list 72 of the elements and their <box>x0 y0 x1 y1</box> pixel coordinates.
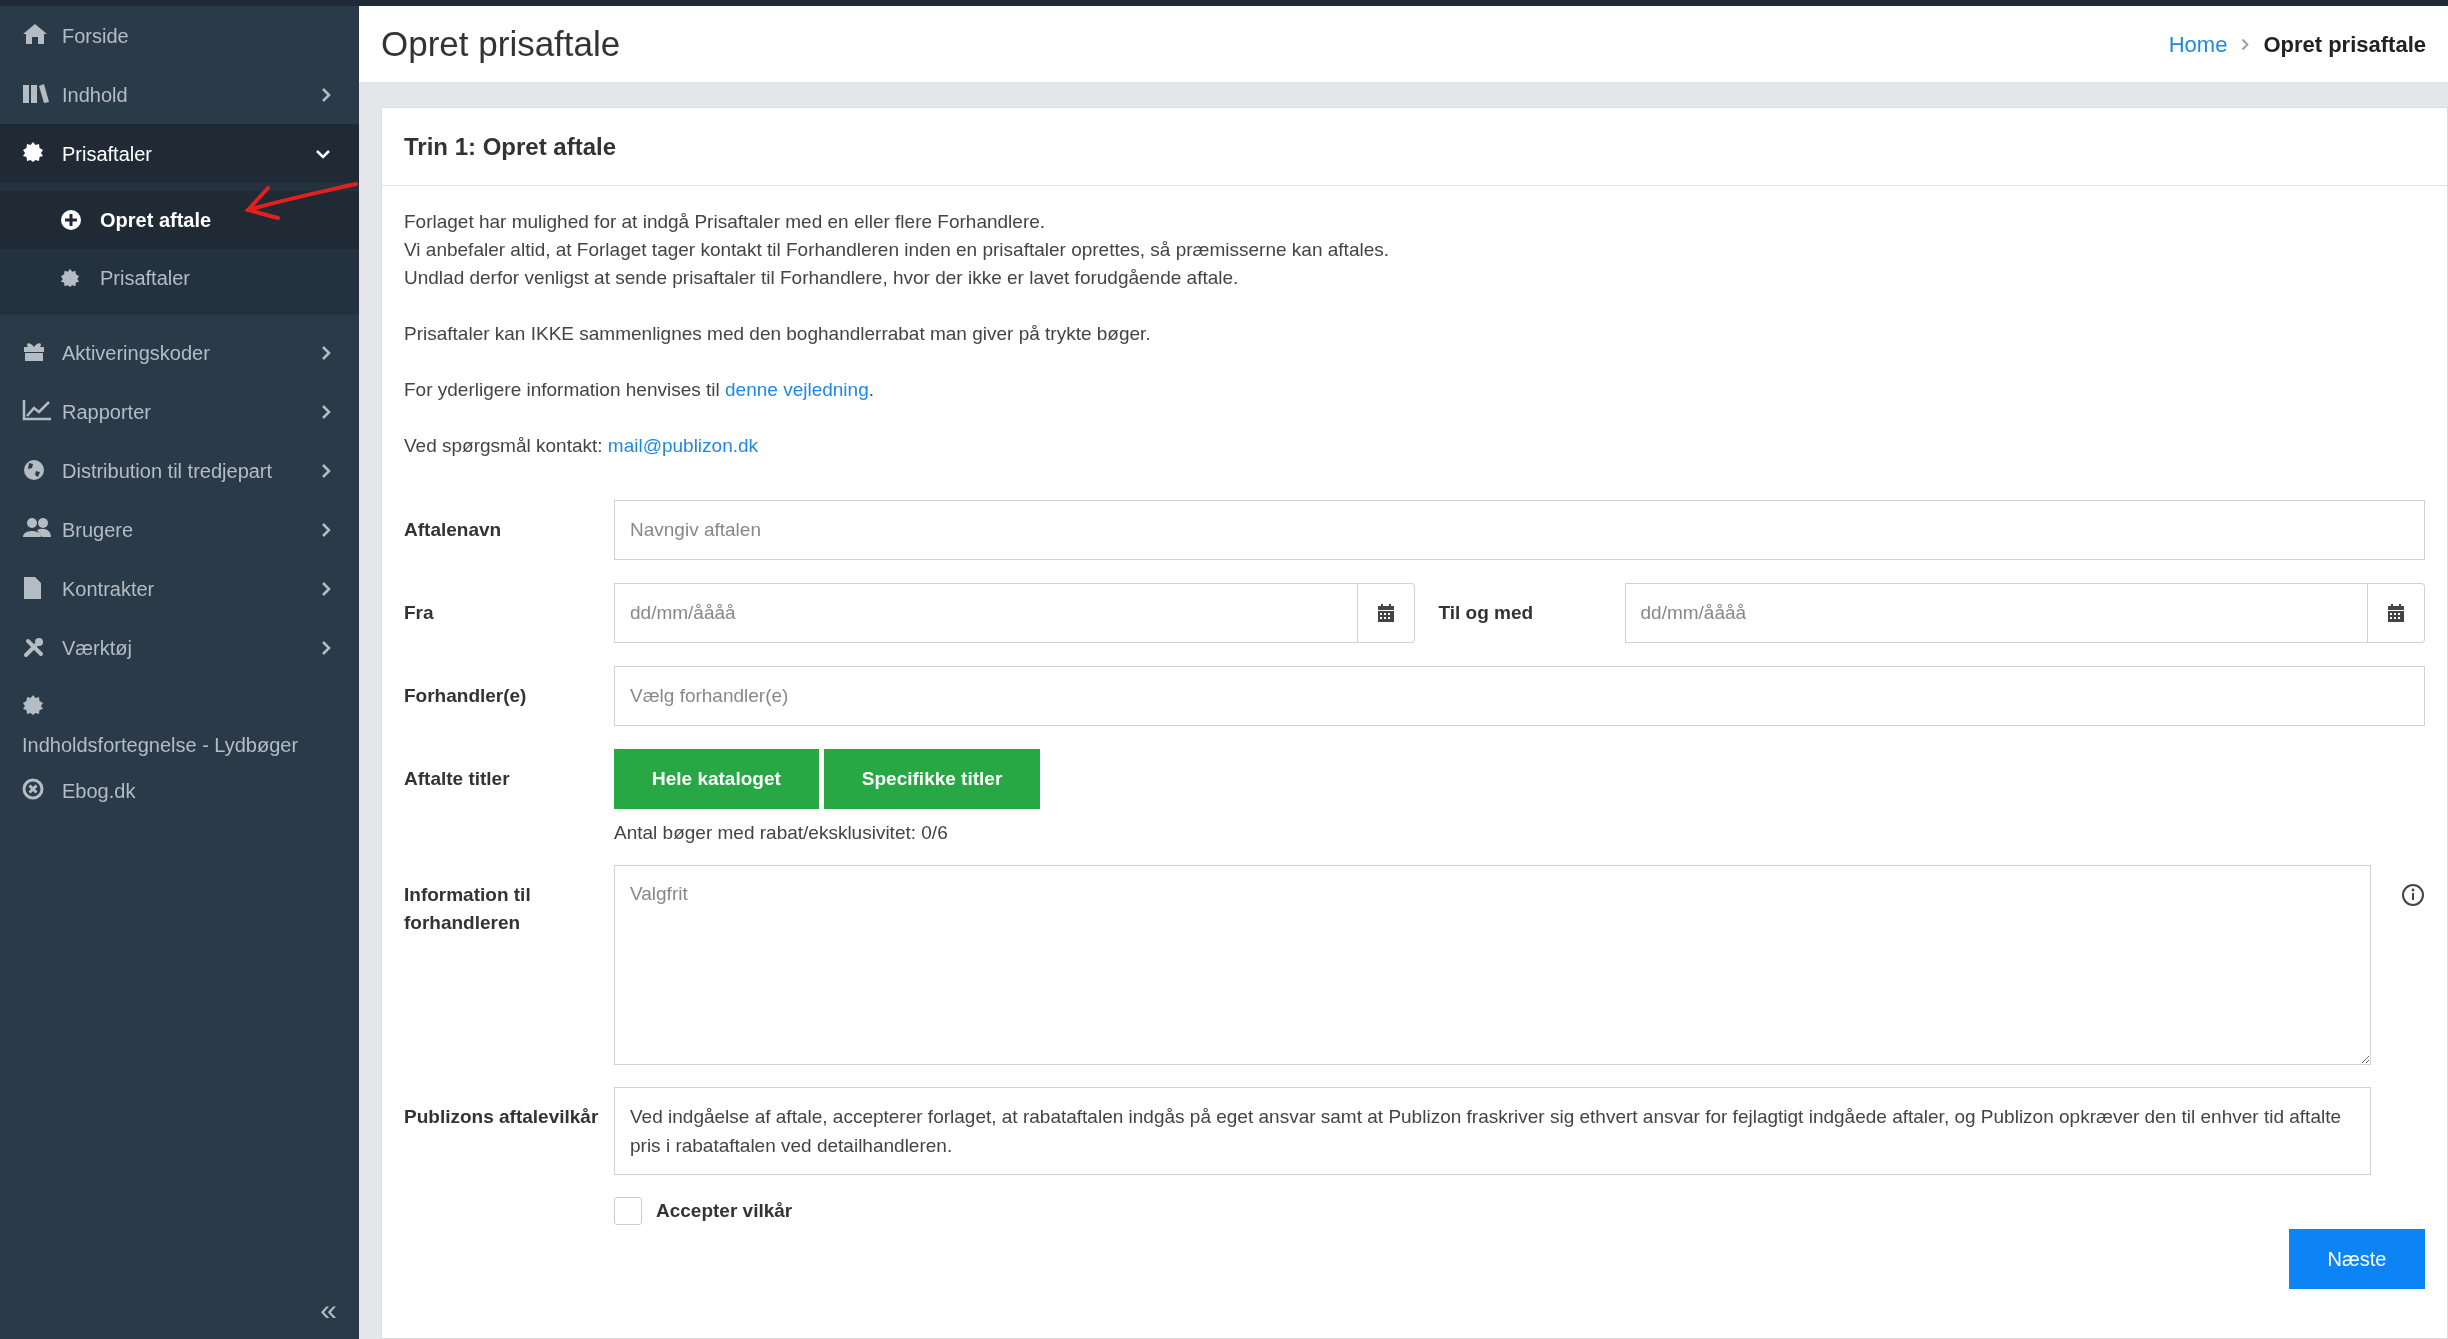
calendar-button[interactable] <box>2368 583 2425 643</box>
collapse-sidebar-button[interactable]: « <box>320 1295 337 1325</box>
calendar-icon <box>1375 603 1396 623</box>
document-icon <box>22 576 42 600</box>
sidebar-item[interactable]: Værktøj <box>0 618 359 677</box>
info-icon[interactable] <box>2401 883 2425 907</box>
chevron-right-icon <box>321 403 331 420</box>
text-area[interactable]: Valgfrit <box>614 865 2371 1065</box>
field-label: Fra <box>404 601 435 625</box>
books-icon <box>22 82 50 104</box>
sidebar-item[interactable]: Indhold <box>0 65 359 124</box>
sidebar-subitem[interactable]: Opret aftale <box>0 191 359 249</box>
chevron-right-icon <box>321 344 331 361</box>
plus-circle-icon <box>60 209 82 231</box>
calendar-icon <box>2386 603 2406 623</box>
sidebar-item[interactable]: Distribution til tredjepart <box>0 441 359 500</box>
chevron-right-icon <box>2241 37 2250 51</box>
field-label: Information til forhandleren <box>404 883 532 935</box>
sidebar-item[interactable]: Ebog.dk <box>0 761 359 820</box>
link[interactable]: mail@publizon.dk <box>607 435 759 456</box>
breadcrumb-link[interactable]: Home <box>2168 27 2228 61</box>
link[interactable]: denne vejledning <box>725 379 869 400</box>
calendar-button[interactable] <box>1357 583 1415 643</box>
option-button[interactable]: Specifikke titler <box>823 749 1041 809</box>
intro-text: Ved spørgsmål kontakt: mail@publizon.dk <box>404 434 760 458</box>
field-label: Aftalenavn <box>404 518 503 542</box>
checkbox-label: Accepter vilkår <box>656 1199 793 1223</box>
sidebar-item[interactable]: Kontrakter <box>0 559 359 618</box>
line-chart-icon <box>22 399 52 421</box>
tools-icon <box>22 635 46 659</box>
intro-text: Undlad derfor venligst at sende prisaftaler til Forhandlere, hvor der ikke er lavet forudgående aftale. <box>404 266 1240 290</box>
badge-icon <box>60 268 80 288</box>
checkbox[interactable] <box>614 1197 642 1226</box>
intro-text: Forlaget har mulighed for at indgå Prisaftaler med en eller flere Forhandlere. <box>404 210 1047 234</box>
sidebar-subitem[interactable]: Prisaftaler <box>0 249 359 307</box>
badge-icon <box>22 141 44 163</box>
chevron-down-icon <box>315 148 331 159</box>
date-field[interactable]: dd/mm/åååå <box>1624 583 2368 643</box>
card-title: Trin 1: Opret aftale <box>404 131 617 162</box>
sidebar-item[interactable]: Indholdsfortegnelse - Lydbøger <box>0 677 359 761</box>
sidebar-item[interactable]: Forside <box>0 6 359 65</box>
text-field[interactable]: Navngiv aftalen <box>614 500 2425 560</box>
terms-text: Ved indgåelse af aftale, accepterer forlaget, at rabataftalen indgås på eget ansvar samt at Publizon fraskriver sig ethvert ansvar for fejlagtigt indgåede aftaler, og Publizon opkræver den til enhver tid aftalte pris i rabataftalen ved detailhandleren. <box>614 1087 2371 1175</box>
sidebar-item[interactable]: Aktiveringskoder <box>0 323 359 382</box>
chevron-right-icon <box>321 521 331 538</box>
chevron-right-icon <box>321 86 331 103</box>
intro-text: For yderligere information henvises til denne vejledning. <box>404 378 875 402</box>
field-label: Aftalte titler <box>404 767 511 791</box>
field-label: Til og med <box>1437 601 1535 625</box>
field-label: Publizons aftalevilkår <box>404 1105 600 1129</box>
sidebar-item[interactable]: Brugere <box>0 500 359 559</box>
globe-icon <box>22 458 46 482</box>
close-circle-icon <box>22 778 44 800</box>
option-button[interactable]: Hele kataloget <box>614 749 819 809</box>
date-field[interactable]: dd/mm/åååå <box>614 583 1358 643</box>
field-label: Forhandler(e) <box>404 684 528 708</box>
gift-icon <box>22 340 46 362</box>
book-count-text: Antal bøger med rabat/eksklusivitet: 0/6 <box>614 821 949 845</box>
home-icon <box>22 23 48 45</box>
chevron-right-icon <box>321 639 331 656</box>
chevron-right-icon <box>321 462 331 479</box>
users-icon <box>22 517 52 539</box>
intro-text: Prisaftaler kan IKKE sammenlignes med den boghandlerrabat man giver på trykte bøger. <box>404 322 1152 346</box>
next-button[interactable]: Næste <box>2289 1228 2425 1289</box>
breadcrumb-current: Opret prisaftale <box>2263 30 2426 59</box>
select-field[interactable]: Vælg forhandler(e) <box>614 666 2425 726</box>
chevron-right-icon <box>321 580 331 597</box>
sidebar-item[interactable]: Rapporter <box>0 382 359 441</box>
intro-text: Vi anbefaler altid, at Forlaget tager kontakt til Forhandleren inden en prisaftaler oprettes, så præmisserne kan aftales. <box>404 238 1391 262</box>
sidebar-item[interactable]: Prisaftaler <box>0 124 359 183</box>
badge-icon <box>22 694 44 716</box>
page-title: Opret prisaftale <box>381 22 621 65</box>
